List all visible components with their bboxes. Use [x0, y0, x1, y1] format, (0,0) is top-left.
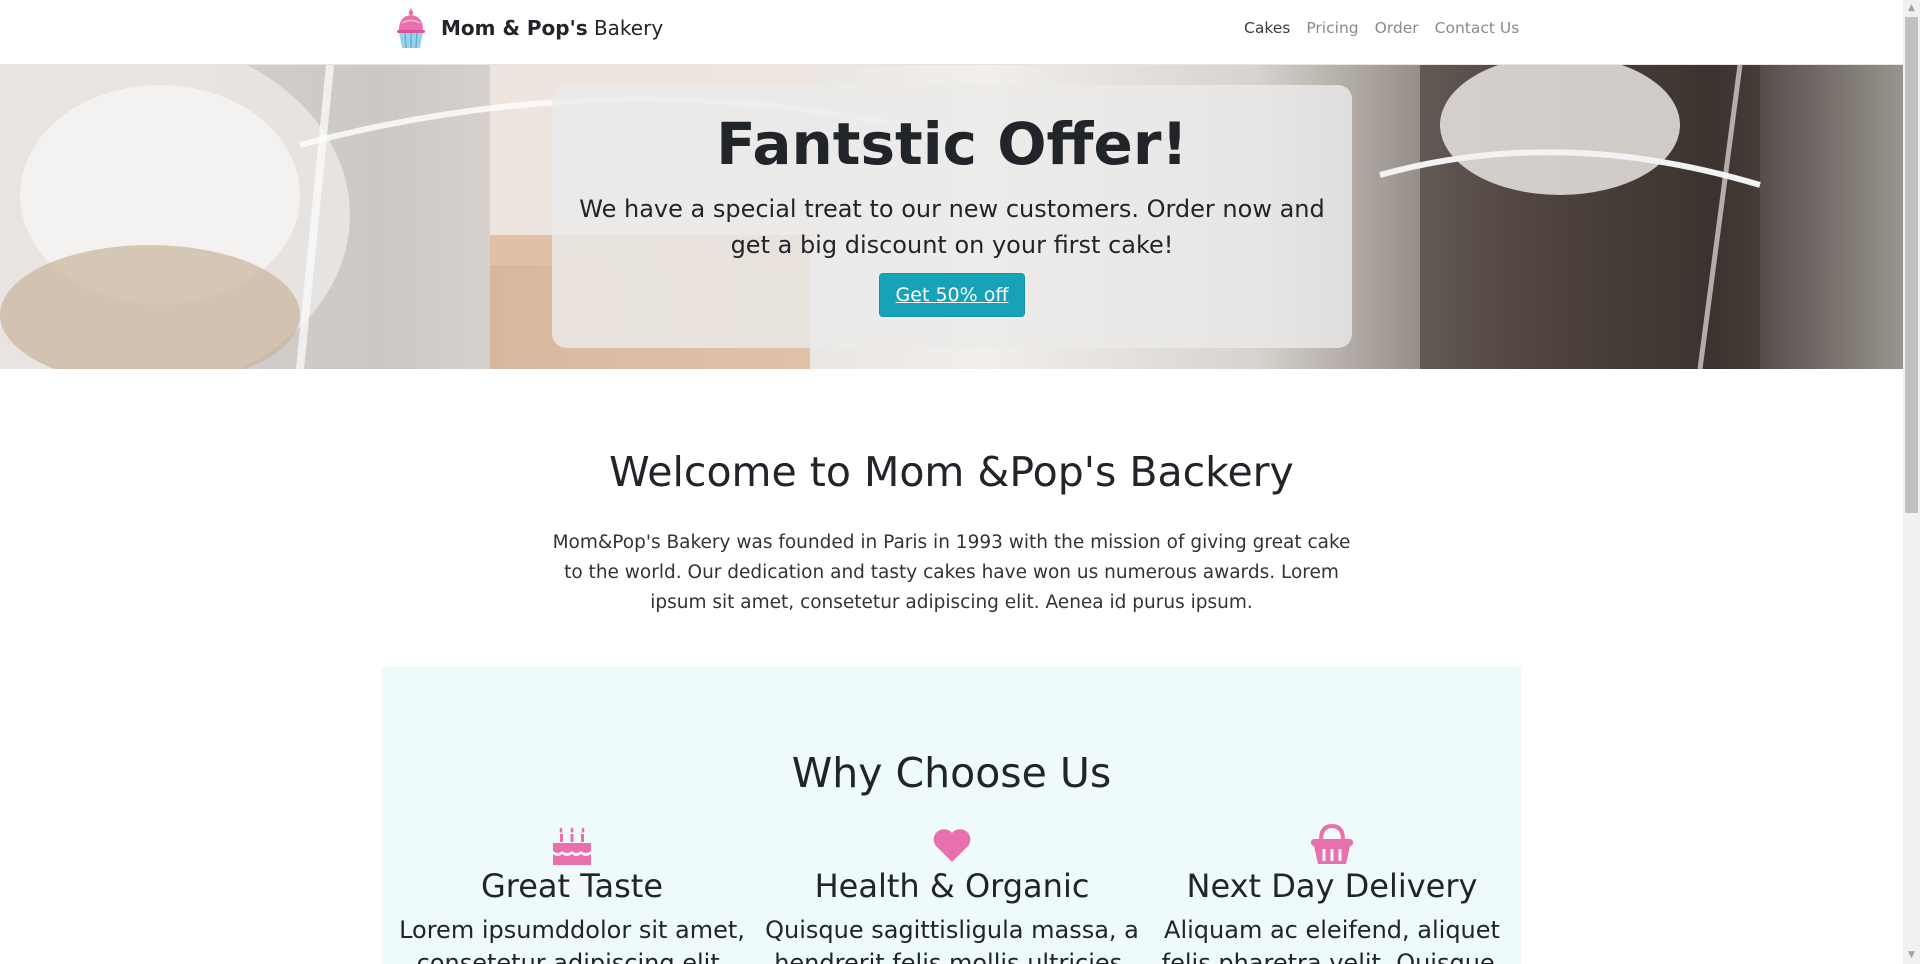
hero-banner: Fantstic Offer! We have a special treat …: [0, 65, 1903, 369]
nav-link-contact-us[interactable]: Contact Us: [1427, 19, 1528, 37]
nav-link-pricing[interactable]: Pricing: [1298, 19, 1366, 37]
brand-name-strong: Mom & Pop's: [441, 16, 588, 40]
feature-text: Lorem ipsumddolor sit amet, consetetur a…: [399, 915, 745, 964]
heart-icon: [933, 829, 971, 862]
birthday-cake-icon: [553, 827, 591, 865]
page: Mom & Pop's Bakery Cakes Pricing Order C…: [0, 0, 1903, 964]
feature-text: Aliquam ac eleifend, aliquet felis phare…: [1161, 915, 1503, 964]
nav-link-order[interactable]: Order: [1367, 19, 1427, 37]
main-nav: Cakes Pricing Order Contact Us: [1236, 19, 1527, 37]
shopping-basket-icon: [1311, 824, 1353, 864]
get-discount-button[interactable]: Get 50% off: [878, 272, 1026, 317]
scrollbar-thumb[interactable]: [1905, 17, 1918, 513]
navbar: Mom & Pop's Bakery Cakes Pricing Order C…: [0, 0, 1903, 65]
feature-health-organic: Health & Organic Quisque sagittisligula …: [762, 824, 1142, 964]
brand-name: Mom & Pop's Bakery: [441, 16, 663, 40]
feature-title: Health & Organic: [814, 867, 1090, 905]
hero-title: Fantstic Offer!: [716, 110, 1188, 178]
feature-next-day-delivery: Next Day Delivery Aliquam ac eleifend, a…: [1142, 824, 1522, 964]
brand-name-light: Bakery: [593, 16, 664, 40]
scroll-down-arrow-icon[interactable]: ▼: [1903, 947, 1920, 964]
hero-text: We have a special treat to our new custo…: [579, 194, 1325, 259]
hero-offer-card: Fantstic Offer! We have a special treat …: [552, 85, 1352, 348]
why-title: Why Choose Us: [791, 749, 1112, 797]
vertical-scrollbar[interactable]: ▲ ▼: [1903, 0, 1920, 964]
why-choose-us-section: Why Choose Us Great Taste Lorem ipsumddo…: [382, 667, 1521, 964]
feature-text: Quisque sagittisligula massa, a hendreri…: [765, 915, 1139, 964]
welcome-title: Welcome to Mom &Pop's Backery: [609, 448, 1294, 496]
cupcake-icon: [397, 8, 425, 49]
feature-title: Next Day Delivery: [1186, 867, 1478, 905]
nav-link-cakes[interactable]: Cakes: [1236, 19, 1298, 37]
feature-title: Great Taste: [480, 867, 664, 905]
scroll-up-arrow-icon[interactable]: ▲: [1903, 0, 1920, 17]
feature-great-taste: Great Taste Lorem ipsumddolor sit amet, …: [382, 824, 762, 964]
brand-link[interactable]: Mom & Pop's Bakery: [395, 6, 663, 50]
welcome-text: Mom&Pop's Bakery was founded in Paris in…: [552, 532, 1351, 613]
